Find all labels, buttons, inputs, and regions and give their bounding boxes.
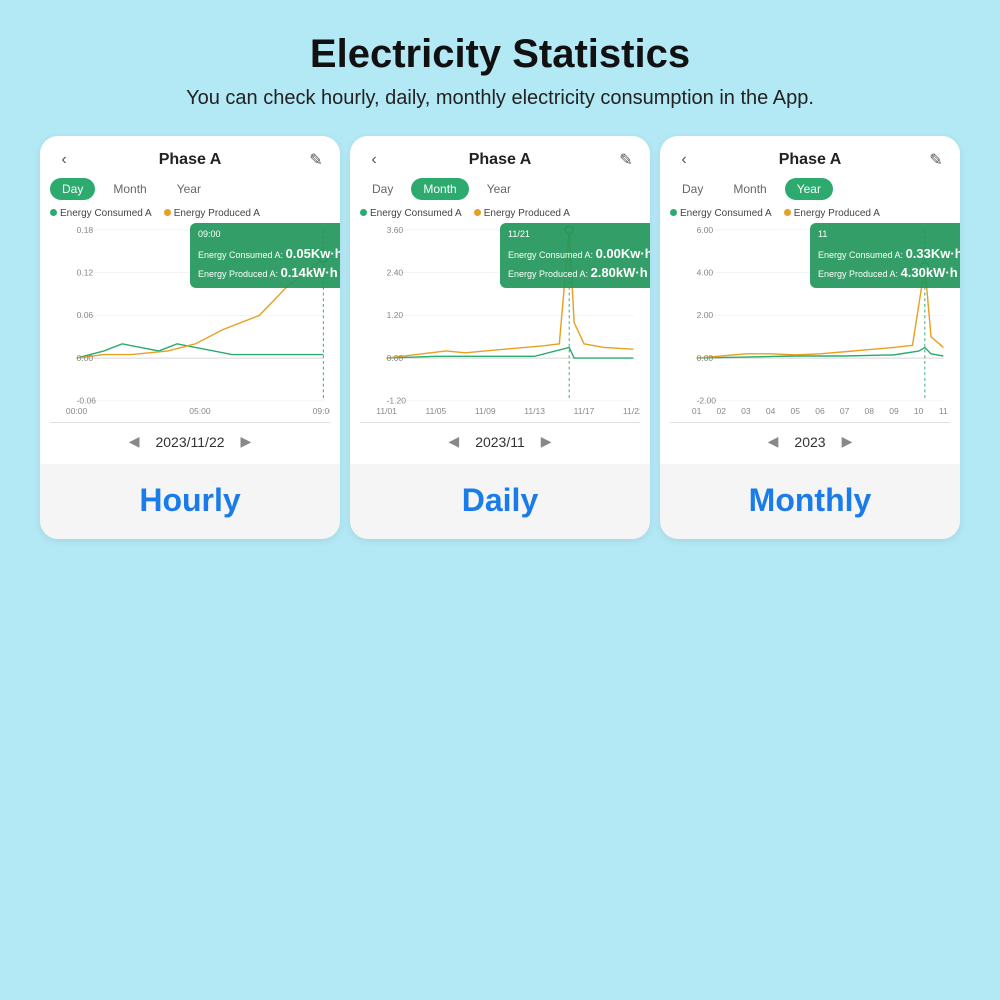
page-header: Electricity Statistics You can check hou… [20,20,980,118]
view-label: Monthly [660,464,960,523]
chart-svg: 6.00 4.00 2.00 0.00 -2.00 01 02 03 04 05 06 07 08 09… [670,223,950,422]
tab-day-hourly[interactable]: Day [50,178,95,200]
chart-area: 0.18 0.12 0.06 0.00 -0.06 00:00 05:00 09:00 09… [50,223,330,423]
chart-svg: 0.18 0.12 0.06 0.00 -0.06 00:00 05:00 09:00 [50,223,330,422]
svg-text:6.00: 6.00 [697,225,714,235]
svg-text:11/01: 11/01 [376,406,397,416]
phone-card-daily: ‹ Phase A ✎ Day Month Year Energy Consumed… [350,136,650,539]
svg-text:0.00: 0.00 [697,353,714,363]
svg-text:11/13: 11/13 [524,406,545,416]
svg-text:0.00: 0.00 [77,353,94,363]
tab-month-daily[interactable]: Month [411,178,468,200]
phone-header: ‹ Phase A ✎ [350,136,650,178]
svg-text:06: 06 [815,406,825,416]
svg-text:0.06: 0.06 [77,310,94,320]
tab-row: Day Month Year [50,178,330,200]
svg-text:11: 11 [939,406,948,416]
svg-text:08: 08 [865,406,875,416]
nav-row: ◀ 2023/11 ▶ [360,423,640,454]
svg-text:3.60: 3.60 [387,225,404,235]
phones-container: ‹ Phase A ✎ Day Month Year Energy Consumed… [20,136,980,539]
phone-header: ‹ Phase A ✎ [660,136,960,178]
back-icon[interactable]: ‹ [674,151,694,169]
svg-text:-0.06: -0.06 [77,396,97,406]
svg-text:-1.20: -1.20 [387,396,407,406]
svg-text:1.20: 1.20 [387,310,404,320]
tab-row: Day Month Year [670,178,950,200]
svg-text:0.00: 0.00 [387,353,404,363]
nav-date: 2023/11/22 [155,434,224,450]
svg-text:05: 05 [791,406,801,416]
svg-text:2.00: 2.00 [697,310,714,320]
svg-text:11/17: 11/17 [574,406,595,416]
edit-icon[interactable]: ✎ [306,150,326,170]
nav-date: 2023/11 [475,434,525,450]
nav-next-icon[interactable]: ▶ [541,433,552,450]
svg-text:04: 04 [766,406,776,416]
nav-prev-icon[interactable]: ◀ [768,433,779,450]
nav-next-icon[interactable]: ▶ [241,433,252,450]
legend-item: Energy Produced A [474,208,570,219]
phone-card-hourly: ‹ Phase A ✎ Day Month Year Energy Consumed… [40,136,340,539]
chart-area: 3.60 2.40 1.20 0.00 -1.20 11/01 11/05 11/09 11/… [360,223,640,423]
phone-title: Phase A [694,151,926,169]
phone-header: ‹ Phase A ✎ [40,136,340,178]
tab-month-monthly[interactable]: Month [721,178,778,200]
svg-text:11/05: 11/05 [426,406,447,416]
svg-text:09:00: 09:00 [313,406,330,416]
phone-body: Day Month Year Energy Consumed A Energy Pr… [40,178,340,464]
svg-text:2.40: 2.40 [387,268,404,278]
svg-text:07: 07 [840,406,850,416]
svg-text:02: 02 [717,406,727,416]
edit-icon[interactable]: ✎ [926,150,946,170]
legend-row: Energy Consumed A Energy Produced A [670,208,950,219]
nav-next-icon[interactable]: ▶ [842,433,853,450]
legend-item: Energy Produced A [784,208,880,219]
legend-row: Energy Consumed A Energy Produced A [50,208,330,219]
tab-row: Day Month Year [360,178,640,200]
page-subtitle: You can check hourly, daily, monthly ele… [20,84,980,112]
tab-year-monthly[interactable]: Year [785,178,833,200]
tab-year-hourly[interactable]: Year [165,178,213,200]
nav-date: 2023 [794,434,825,450]
nav-prev-icon[interactable]: ◀ [129,433,140,450]
edit-icon[interactable]: ✎ [616,150,636,170]
svg-text:11/09: 11/09 [475,406,496,416]
phone-title: Phase A [74,151,306,169]
tab-year-daily[interactable]: Year [475,178,523,200]
nav-prev-icon[interactable]: ◀ [448,433,459,450]
svg-text:0.18: 0.18 [77,225,94,235]
svg-text:03: 03 [741,406,751,416]
svg-text:11/22: 11/22 [623,406,640,416]
svg-text:4.00: 4.00 [697,268,714,278]
tab-day-daily[interactable]: Day [360,178,405,200]
svg-text:00:00: 00:00 [66,406,88,416]
svg-text:-2.00: -2.00 [697,396,717,406]
legend-row: Energy Consumed A Energy Produced A [360,208,640,219]
phone-body: Day Month Year Energy Consumed A Energy Pr… [350,178,650,464]
view-label: Hourly [40,464,340,523]
phone-card-monthly: ‹ Phase A ✎ Day Month Year Energy Consumed… [660,136,960,539]
back-icon[interactable]: ‹ [54,151,74,169]
legend-item: Energy Consumed A [50,208,152,219]
nav-row: ◀ 2023 ▶ [670,423,950,454]
view-label: Daily [350,464,650,523]
legend-item: Energy Produced A [164,208,260,219]
tab-day-monthly[interactable]: Day [670,178,715,200]
phone-body: Day Month Year Energy Consumed A Energy Pr… [660,178,960,464]
page-title: Electricity Statistics [20,30,980,78]
legend-item: Energy Consumed A [360,208,462,219]
tab-month-hourly[interactable]: Month [101,178,158,200]
svg-text:01: 01 [692,406,702,416]
chart-svg: 3.60 2.40 1.20 0.00 -1.20 11/01 11/05 11/09 11/… [360,223,640,422]
svg-text:10: 10 [914,406,924,416]
legend-item: Energy Consumed A [670,208,772,219]
chart-area: 6.00 4.00 2.00 0.00 -2.00 01 02 03 04 05 06 07 08 09… [670,223,950,423]
svg-text:09: 09 [889,406,899,416]
phone-title: Phase A [384,151,616,169]
svg-text:05:00: 05:00 [189,406,211,416]
nav-row: ◀ 2023/11/22 ▶ [50,423,330,454]
back-icon[interactable]: ‹ [364,151,384,169]
svg-text:0.12: 0.12 [77,268,94,278]
